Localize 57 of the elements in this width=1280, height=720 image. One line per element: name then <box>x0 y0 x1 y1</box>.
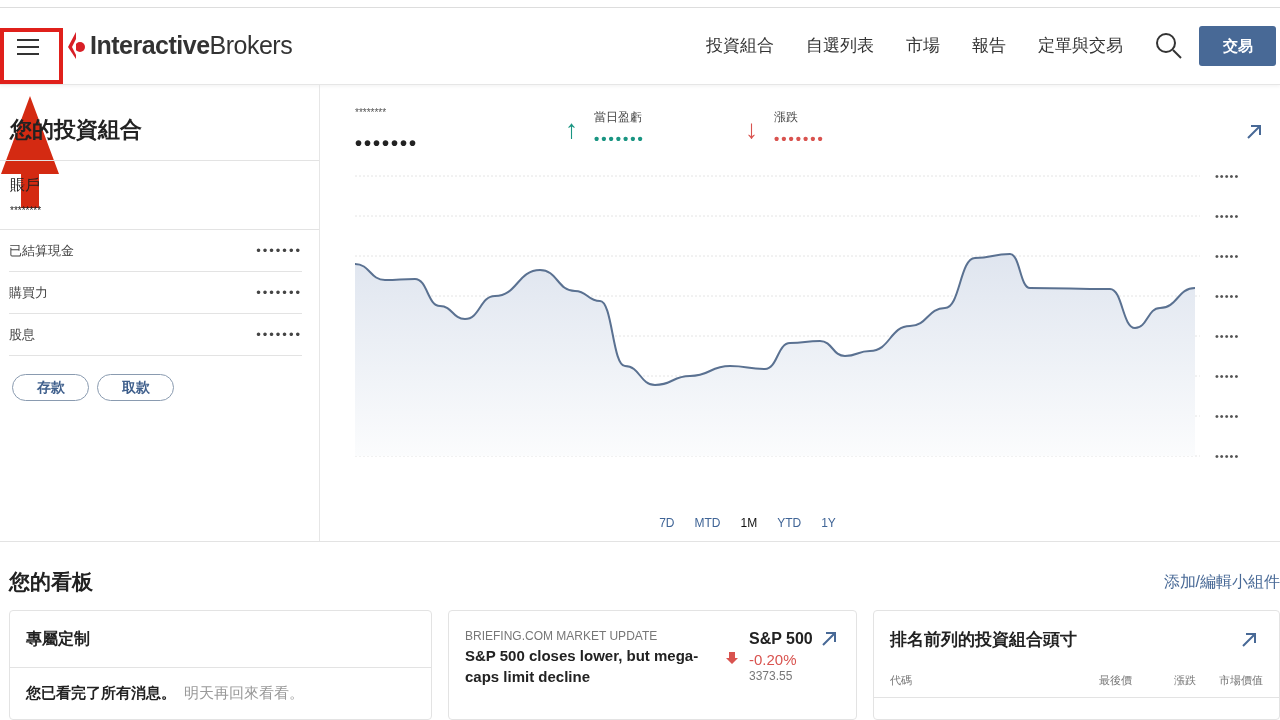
axis-label: ••••• <box>1215 329 1240 344</box>
menu-icon <box>16 36 40 57</box>
column-header: 市場價值 <box>1217 673 1263 688</box>
range-tab[interactable]: MTD <box>684 514 731 532</box>
nav-link[interactable]: 市場 <box>890 33 956 59</box>
nav-link[interactable]: 報告 <box>956 33 1022 59</box>
range-tab[interactable]: 7D <box>649 514 685 532</box>
action-button[interactable]: 取款 <box>97 374 174 401</box>
nav-link[interactable]: 定單與交易 <box>1022 33 1139 59</box>
trend-arrow: ↑ <box>565 116 578 143</box>
axis-label: ••••• <box>1215 449 1240 464</box>
message-hint: 明天再回來看看。 <box>184 682 304 703</box>
range-tab[interactable]: 1Y <box>811 514 846 532</box>
axis-label: ••••• <box>1215 169 1240 184</box>
brand-name: InteractiveBrokers <box>90 30 293 62</box>
index-change: -0.20% <box>749 650 798 669</box>
metric-value: ••••••• <box>256 283 302 302</box>
axis-label: ••••• <box>1215 409 1240 424</box>
column-header: 代碼 <box>890 673 913 688</box>
axis-label: ••••• <box>1215 289 1240 304</box>
axis-label: ••••• <box>1215 209 1240 224</box>
highlight-frame <box>0 28 63 84</box>
range-tab[interactable]: YTD <box>767 514 812 532</box>
widget-title: 專屬定制 <box>10 610 431 668</box>
action-button[interactable]: 存款 <box>12 374 89 401</box>
stat-value: ••••••• <box>594 129 645 149</box>
stat-label: 當日盈虧 <box>594 109 643 126</box>
nav-link[interactable]: 投資組合 <box>690 33 790 59</box>
edit-widgets-link[interactable]: 添加/編輯小組件 <box>1163 569 1280 594</box>
trade-button[interactable]: 交易 <box>1199 26 1276 66</box>
column-header: 漲跌 <box>1172 673 1196 688</box>
message-text: 您已看完了所有消息。 <box>26 682 176 703</box>
axis-label: ••••• <box>1215 369 1240 384</box>
total-label: ******** <box>355 106 388 120</box>
total-value: ••••••• <box>355 131 419 156</box>
section-title: 您的看板 <box>9 569 93 595</box>
news-headline: S&P 500 closes lower, but mega-caps limit decline <box>465 645 700 688</box>
metric-value: ••••••• <box>256 241 302 260</box>
metric-label: 已結算現金 <box>9 241 74 260</box>
index-price: 3373.55 <box>749 668 794 683</box>
range-tab[interactable]: 1M <box>730 514 768 532</box>
metric-label: 購買力 <box>9 283 48 302</box>
stat-value: ••••••• <box>774 129 825 149</box>
down-arrow-icon <box>725 650 739 665</box>
account-id: ******** <box>10 204 42 218</box>
axis-label: ••••• <box>1215 249 1240 264</box>
search-button[interactable] <box>1155 32 1183 60</box>
widget-title: 排名前列的投資組合頭寸 <box>890 628 1077 651</box>
metric-value: ••••••• <box>256 325 302 344</box>
index-name: S&P 500 <box>749 628 813 649</box>
nav-link[interactable]: 自選列表 <box>790 33 890 59</box>
column-header: 最後價 <box>1098 673 1133 688</box>
news-source: BRIEFING.COM MARKET UPDATE <box>465 627 659 645</box>
stat-label: 漲跌 <box>774 109 799 126</box>
trend-arrow: ↓ <box>745 116 758 143</box>
metric-label: 股息 <box>9 325 35 344</box>
logo-icon <box>66 31 86 61</box>
